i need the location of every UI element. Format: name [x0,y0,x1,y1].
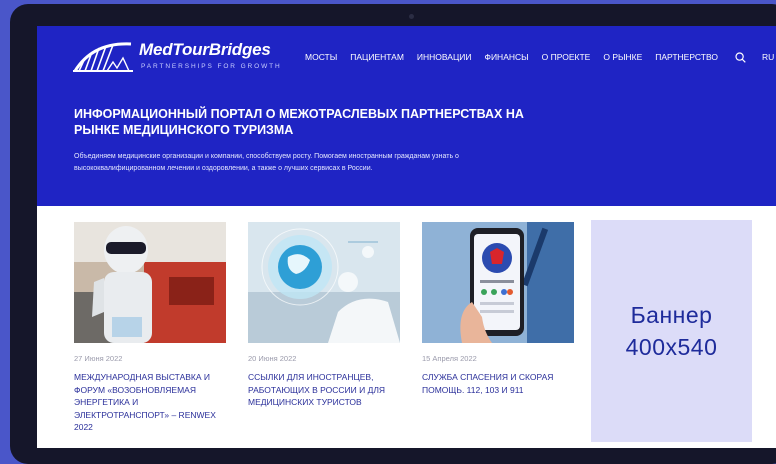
brand-tagline: PARTNERSHIPS FOR GROWTH [141,63,282,70]
hero-section: MedTourBridges PARTNERSHIPS FOR GROWTH М… [37,26,776,206]
laptop-frame: MedTourBridges PARTNERSHIPS FOR GROWTH М… [10,4,776,464]
nav-item-partnership[interactable]: ПАРТНЕРСТВО [655,52,718,62]
news-date: 27 Июня 2022 [74,354,123,363]
search-icon [735,51,746,63]
news-title[interactable]: Служба спасения и скорая помощь. 112, 10… [422,371,574,396]
nav-item-about-market[interactable]: О РЫНКЕ [603,52,642,62]
ad-banner-placeholder[interactable]: Баннер 400x540 [591,220,752,442]
nav-item-innovations[interactable]: ИННОВАЦИИ [417,52,472,62]
news-title[interactable]: Международная выставка и форум «Возобнов… [74,371,226,434]
phone-app-photo-icon [422,222,574,343]
medical-globe-photo-icon [248,222,400,343]
news-card-emergency[interactable]: 15 Апреля 2022 Служба спасения и скорая … [422,222,574,396]
news-image-phone[interactable] [422,222,574,343]
robot-photo-icon [74,222,226,343]
news-card-links[interactable]: 20 Июня 2022 Ссылки для иностранцев, раб… [248,222,400,409]
news-image-robot[interactable] [74,222,226,343]
nav-item-patients[interactable]: ПАЦИЕНТАМ [350,52,404,62]
news-image-globe[interactable] [248,222,400,343]
bridge-logo-icon [73,42,133,72]
browser-viewport: MedTourBridges PARTNERSHIPS FOR GROWTH М… [37,26,776,448]
nav-item-finance[interactable]: ФИНАНСЫ [484,52,528,62]
nav-item-bridges[interactable]: МОСТЫ [305,52,337,62]
news-card-renwex[interactable]: 27 Июня 2022 Международная выставка и фо… [74,222,226,434]
news-title[interactable]: Ссылки для иностранцев, работающих в Рос… [248,371,400,409]
news-date: 15 Апреля 2022 [422,354,477,363]
banner-label: Баннер [630,302,713,328]
main-nav: МОСТЫ ПАЦИЕНТАМ ИННОВАЦИИ ФИНАНСЫ О ПРОЕ… [305,50,776,64]
hero-description: Объединяем медицинские организации и ком… [74,153,459,172]
language-label: RU [761,52,775,62]
page-title: ИНФОРМАЦИОННЫЙ ПОРТАЛ О МЕЖОТРАСЛЕВЫХ ПА… [74,107,524,137]
banner-size: 400x540 [625,334,718,360]
site-logo[interactable]: MedTourBridges PARTNERSHIPS FOR GROWTH [73,38,280,82]
news-date: 20 Июня 2022 [248,354,297,363]
brand-name: MedTourBridges [139,40,271,59]
language-switcher[interactable]: RU [762,52,776,62]
nav-item-about-project[interactable]: О ПРОЕКТЕ [542,52,591,62]
search-button[interactable] [735,51,746,63]
camera-dot [409,14,414,19]
